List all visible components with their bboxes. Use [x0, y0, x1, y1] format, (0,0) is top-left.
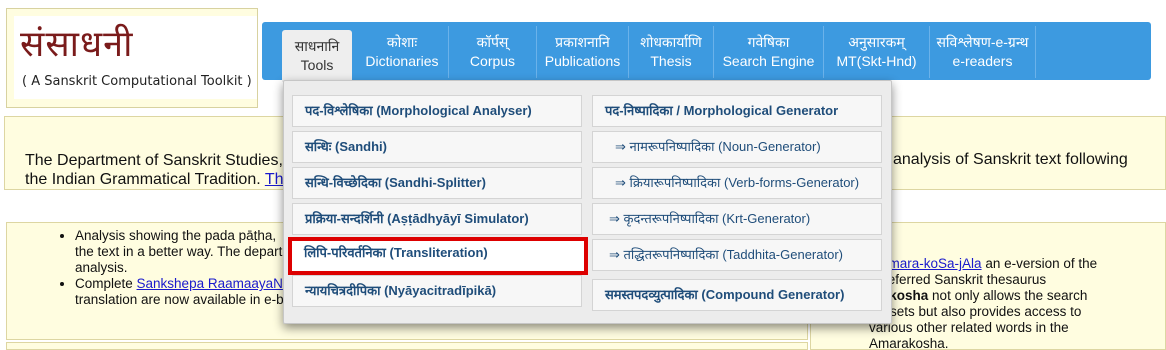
ramayana-link[interactable]: Sankshepa RaamaayaN [137, 276, 283, 291]
nav-label-skt: गवेषिका [747, 34, 790, 50]
intro-line-1: The Department of Sanskrit Studies, [25, 152, 283, 169]
nav-label-en: Corpus [469, 53, 516, 69]
amarakosha-text-3: not only allows the search [928, 288, 1088, 303]
nav-search-engine[interactable]: गवेषिका Search Engine [714, 26, 824, 78]
tools-dropdown: पद-विश्लेषिका (Morphological Analyser) स… [283, 80, 892, 324]
main-nav: साधनानि Tools कोशाः Dictionaries कॉर्पस्… [262, 22, 1151, 82]
nav-label-en: Search Engine [722, 53, 815, 69]
menu-sandhi[interactable]: सन्धिः (Sandhi) [292, 131, 582, 163]
nav-label-skt: साधनानि [294, 38, 340, 54]
amarakosha-text-1: an e-version of the [981, 256, 1098, 271]
news-item: Analysis showing the pada pāṭha, the tex… [75, 228, 284, 276]
intro-text: The Department of Sanskrit Studies, the … [25, 151, 284, 189]
nav-label-skt: कोशाः [386, 34, 418, 50]
intro-right-text: analysis of Sanskrit text following [893, 151, 1128, 168]
amarakosha-text-5: various other related words in the [869, 320, 1069, 335]
logo[interactable]: संसाधनी ( A Sanskrit Computational Toolk… [14, 16, 257, 99]
logo-title: संसाधनी [20, 24, 134, 65]
nav-label-en: Thesis [650, 53, 692, 69]
nav-label-en: Tools [300, 57, 334, 73]
menu-noun-generator[interactable]: ⇒ नामरूपनिष्पादिका (Noun-Generator) [592, 131, 882, 163]
nav-thesis[interactable]: शोधकार्याणि Thesis [629, 26, 714, 78]
nav-tools[interactable]: साधनानि Tools [282, 30, 352, 82]
news-text: Complete [75, 276, 137, 291]
menu-morphological-analyser[interactable]: पद-विश्लेषिका (Morphological Analyser) [292, 95, 582, 127]
amarakosha-text-4: synsets but also provides access to [869, 304, 1082, 319]
menu-verb-forms-generator[interactable]: ⇒ क्रियारूपनिष्पादिका (Verb-forms-Genera… [592, 167, 882, 199]
nav-publications[interactable]: प्रकाशनानि Publications [537, 26, 629, 78]
logo-subtitle: ( A Sanskrit Computational Toolkit ) [22, 74, 252, 89]
menu-morphological-generator[interactable]: पद-निष्पादिका / Morphological Generator [592, 95, 882, 127]
menu-compound-generator[interactable]: समस्तपदव्युत्पादिका (Compound Generator) [592, 279, 882, 311]
nav-label-en: e-readers [952, 53, 1013, 69]
news-text: analysis. [75, 260, 128, 275]
nav-corpus[interactable]: कॉर्पस् Corpus [449, 26, 537, 78]
nav-label-skt: शोधकार्याणि [640, 34, 702, 50]
nav-e-readers[interactable]: सविश्लेषण-e-ग्रन्थ e-readers [930, 26, 1036, 78]
news-text: translation are now available in e-b [75, 292, 284, 307]
amarakosha-text-6: Amarakosha. [869, 336, 949, 350]
nav-label-skt: प्रकाशनानि [555, 34, 610, 50]
news-text: Analysis showing the pada pāṭha, [75, 228, 277, 243]
nav-dictionaries[interactable]: कोशाः Dictionaries [356, 26, 449, 78]
logo-box: संसाधनी ( A Sanskrit Computational Toolk… [6, 8, 258, 108]
nav-label-en: Dictionaries [365, 53, 439, 69]
nav-label-en: MT(Skt-Hnd) [836, 53, 917, 69]
menu-transliteration[interactable]: लिपि-परिवर्तनिका (Transliteration) [288, 237, 588, 275]
amarakosha-text-2: st referred Sanskrit thesaurus [869, 272, 1047, 287]
amarakosha-text: e Amara-koSa-jAla an e-version of the st… [869, 256, 1159, 350]
menu-ashtadhyayi-simulator[interactable]: प्रक्रिया-सन्दर्शिनी (Aṣṭādhyāyī Simulat… [292, 203, 582, 235]
news-list: Analysis showing the pada pāṭha, the tex… [67, 228, 284, 308]
intro-line-2-text: the Indian Grammatical Tradition. [25, 171, 265, 188]
menu-taddhita-generator[interactable]: ⇒ तद्धितरूपनिष्पादिका (Taddhita-Generato… [592, 239, 882, 271]
menu-sandhi-splitter[interactable]: सन्धि-विच्छेदिका (Sandhi-Splitter) [292, 167, 582, 199]
news-text: the text in a better way. The depart [75, 244, 283, 259]
intro-line-2: the Indian Grammatical Tradition. Th [25, 170, 284, 189]
nav-label-skt: सविश्लेषण-e-ग्रन्थ [936, 34, 1029, 50]
nav-label-skt: अनुसारकम् [848, 34, 905, 50]
lower-panel [6, 342, 808, 350]
menu-nyayacitradipika[interactable]: न्यायचित्रदीपिका (Nyāyacitradīpikā) [292, 275, 582, 307]
nav-label-en: Publications [544, 53, 621, 69]
nav-mt[interactable]: अनुसारकम् MT(Skt-Hnd) [824, 26, 930, 78]
nav-label-skt: कॉर्पस् [476, 34, 509, 50]
menu-krt-generator[interactable]: ⇒ कृदन्तरूपनिष्पादिका (Krt-Generator) [592, 203, 882, 235]
news-item: Complete Sankshepa RaamaayaN translation… [75, 276, 284, 308]
intro-link[interactable]: Th [265, 171, 284, 188]
